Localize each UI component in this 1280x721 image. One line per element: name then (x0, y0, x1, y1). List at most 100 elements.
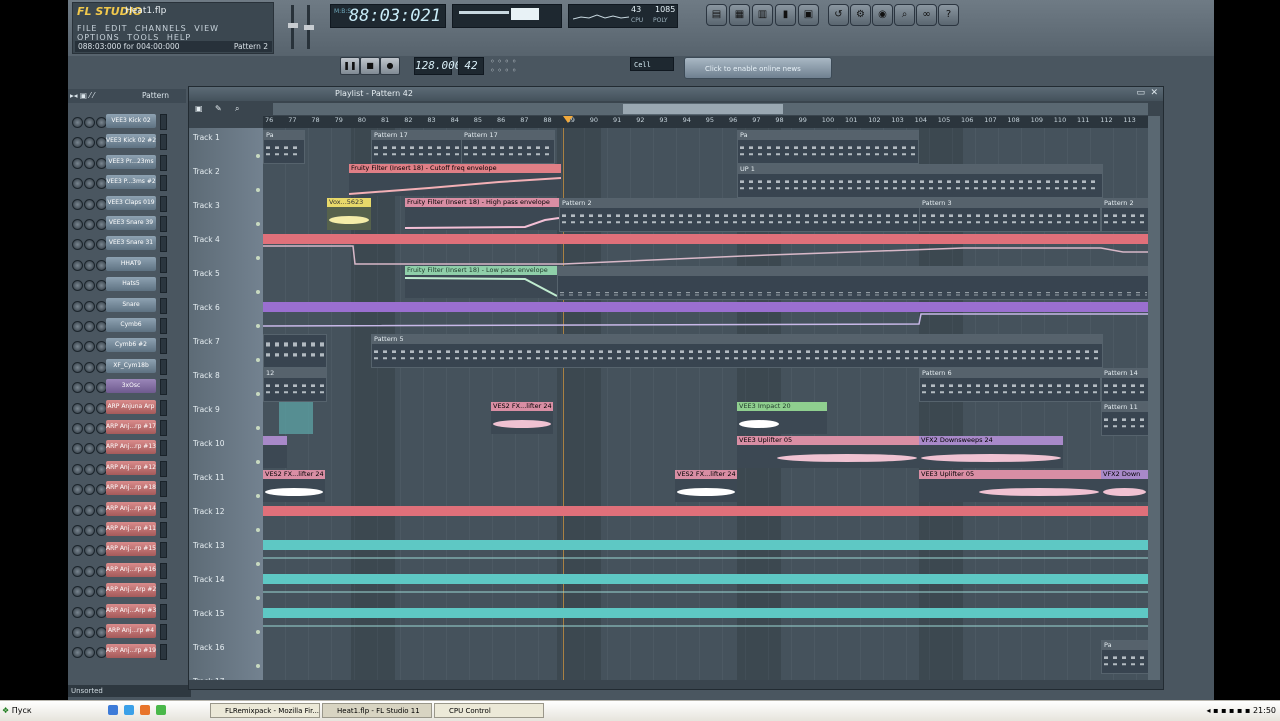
channel-button[interactable]: Cymb6 #2 (106, 338, 156, 353)
settings-button[interactable]: ⚙ (850, 4, 871, 26)
clip-lowpass-envelope[interactable]: Fruity Filter (Insert 18) - Low pass env… (405, 266, 557, 298)
channel-button[interactable]: XF_Cym18b (106, 358, 156, 373)
channel-select-indicator[interactable] (160, 297, 167, 314)
channel-pan-knob-icon[interactable] (84, 484, 95, 496)
track-led-icon[interactable] (256, 596, 260, 600)
track-header[interactable]: Track 17 (189, 672, 263, 680)
channel-row[interactable]: Snare (68, 297, 188, 318)
channel-led-icon[interactable] (72, 178, 83, 190)
channel-led-icon[interactable] (72, 443, 83, 455)
channel-pan-knob-icon[interactable] (84, 137, 95, 149)
channel-select-indicator[interactable] (160, 562, 167, 579)
track-led-icon[interactable] (256, 630, 260, 634)
search-button[interactable]: ⌕ (894, 4, 915, 26)
channel-row[interactable]: ARP Anj...rp #15 (68, 542, 188, 562)
channel-button[interactable]: ARP Anj...rp #14 (106, 501, 156, 516)
master-volume-slider[interactable] (288, 5, 298, 49)
clip-pattern-11[interactable]: Pattern 11 (1101, 402, 1150, 436)
track-area[interactable]: Pa Pattern 17 Pattern 17 Pa Fruity Filte… (263, 128, 1150, 680)
channel-select-indicator[interactable] (160, 644, 167, 661)
channel-button[interactable]: HHAT9 (106, 256, 156, 271)
minimize-icon[interactable]: ▭ (1136, 88, 1145, 98)
track-header[interactable]: Track 8 (189, 366, 263, 401)
channel-button[interactable]: ARP Anj...rp #4 (106, 624, 156, 638)
channel-button[interactable]: 3xOsc (106, 379, 156, 394)
explorer-icon[interactable] (108, 705, 118, 715)
channel-led-icon[interactable] (72, 321, 83, 332)
channel-row[interactable]: VEE3 Snare 39 (68, 216, 188, 236)
channel-led-icon[interactable] (72, 565, 83, 577)
channel-select-indicator[interactable] (160, 603, 167, 620)
clip-pattern-2[interactable]: Pattern 2 (1101, 198, 1150, 232)
channel-row[interactable]: VEE3 Snare 31 (68, 236, 188, 256)
channel-select-indicator[interactable] (160, 195, 167, 212)
track-header[interactable]: Track 9 (189, 400, 263, 435)
channel-row[interactable]: ARP Anj...rp #16 (68, 562, 188, 583)
render-button[interactable]: ◉ (872, 4, 893, 26)
automation-lane-track-13[interactable] (263, 540, 1148, 550)
stop-button[interactable]: ■ (360, 57, 380, 75)
clip-pattern-2[interactable]: Pattern 2 (559, 198, 921, 232)
piano-roll-button[interactable]: ▥ (752, 4, 773, 26)
channel-button[interactable]: VEE3 Pr...23ms (106, 154, 156, 169)
channel-pan-knob-icon[interactable] (84, 647, 95, 659)
channel-led-icon[interactable] (72, 280, 83, 292)
track-header[interactable]: Track 10 (189, 434, 263, 469)
channel-led-icon[interactable] (72, 137, 83, 149)
channel-button[interactable]: Snare (106, 297, 156, 312)
clip-impact-20[interactable]: VEE3 Impact 20 (737, 402, 827, 434)
help-button[interactable]: ? (938, 4, 959, 26)
pattern-number[interactable]: 42 (458, 57, 484, 75)
channel-row[interactable]: ARP Anj...rp #12 (68, 460, 188, 481)
chrome-icon[interactable] (156, 705, 166, 715)
channel-button[interactable]: VEE3 Kick 02 (106, 114, 156, 128)
undo-button[interactable]: ↺ (828, 4, 849, 26)
track-led-icon[interactable] (256, 562, 260, 566)
channel-row[interactable]: VEE3 Claps 019 (68, 195, 188, 216)
channel-row[interactable]: VEE3 Pr...23ms (68, 154, 188, 175)
channel-select-indicator[interactable] (160, 256, 167, 273)
channel-led-icon[interactable] (72, 402, 83, 414)
channel-button[interactable]: VEE3 Snare 39 (106, 216, 156, 230)
channel-pan-knob-icon[interactable] (84, 586, 95, 598)
channel-led-icon[interactable] (72, 239, 83, 251)
channel-button[interactable]: VEE3 Claps 019 (106, 195, 156, 210)
channel-led-icon[interactable] (72, 606, 83, 618)
playlist-tool-icons[interactable]: ▣ ✎ ⌕ (193, 103, 261, 127)
channel-row[interactable]: Cymb6 (68, 318, 188, 338)
pause-button[interactable]: ❚❚ (340, 57, 360, 75)
channel-button[interactable]: ARP Anj...rp #19 (106, 644, 156, 659)
track-header[interactable]: Track 7 (189, 332, 263, 367)
channel-led-icon[interactable] (72, 423, 83, 434)
channel-pan-knob-icon[interactable] (84, 157, 95, 169)
channel-led-icon[interactable] (72, 484, 83, 496)
channel-select-indicator[interactable] (160, 216, 167, 232)
task-cpu-control[interactable]: CPU Control (434, 703, 544, 718)
channel-select-indicator[interactable] (160, 460, 167, 477)
channel-pan-knob-icon[interactable] (84, 463, 95, 475)
channel-button[interactable]: ARP Anj...rp #13 (106, 440, 156, 455)
channel-select-indicator[interactable] (160, 583, 167, 600)
draw-tool-icon[interactable]: ▣ (195, 104, 203, 113)
channel-button[interactable]: ARP Anj...rp #16 (106, 562, 156, 577)
pitch-knob[interactable] (304, 25, 314, 30)
track-led-icon[interactable] (256, 528, 260, 532)
channel-button[interactable]: Cymb6 (106, 318, 156, 332)
track-led-icon[interactable] (256, 426, 260, 430)
clip-lifter-24[interactable]: VES2 FX...lifter 24 (675, 470, 737, 502)
clip-highpass-envelope[interactable]: Fruity Filter (Insert 18) - High pass en… (405, 198, 559, 230)
mixer-button[interactable]: ▮ (775, 4, 796, 26)
horizontal-scroll-thumb[interactable] (623, 104, 783, 114)
automation-lane-track-12[interactable] (263, 506, 1148, 516)
channel-button[interactable]: VEE3 P...3ms #2 (106, 175, 156, 190)
clip-downsweeps-24[interactable]: VFX2 Downsweeps 24 (919, 436, 1063, 468)
track-header[interactable]: Track 1 (189, 128, 263, 163)
track-led-icon[interactable] (256, 460, 260, 464)
channel-filter-select[interactable]: Unsorted (68, 685, 191, 697)
channel-select-indicator[interactable] (160, 420, 167, 436)
volume-knob[interactable] (288, 23, 298, 28)
channel-select-indicator[interactable] (160, 358, 167, 375)
channel-led-icon[interactable] (72, 117, 83, 128)
track-led-icon[interactable] (256, 188, 260, 192)
paint-tool-icon[interactable]: ✎ (215, 104, 222, 113)
